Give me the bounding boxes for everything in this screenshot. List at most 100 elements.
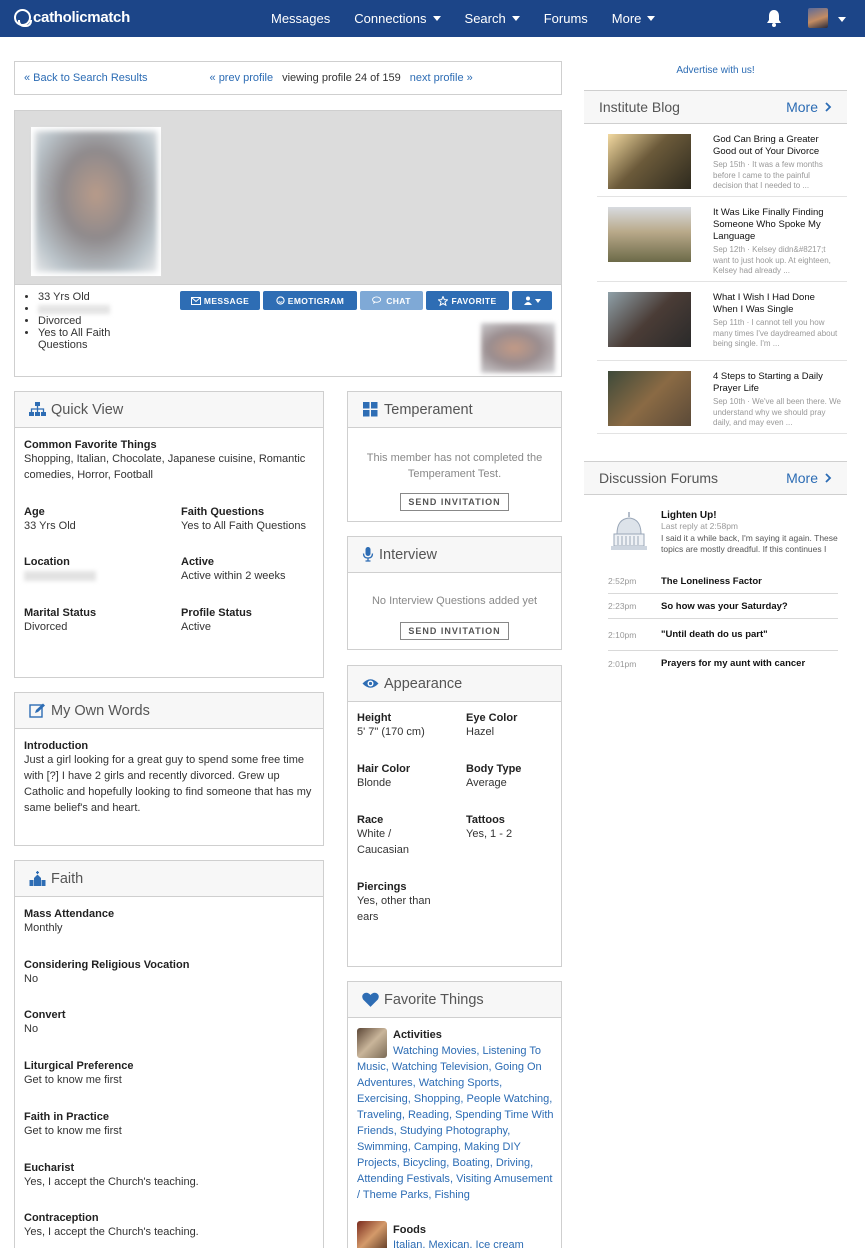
send-invitation-button[interactable]: SEND INVITATION xyxy=(400,622,509,640)
age-field: Age 33 Yrs Old xyxy=(24,506,76,534)
field-value: Yes, I accept the Church's teaching. xyxy=(24,1176,199,1188)
marital-status-field: Marital Status Divorced xyxy=(24,607,96,635)
blog-post[interactable]: It Was Like Finally Finding Someone Who … xyxy=(597,197,847,282)
profile-navigation: « Back to Search Results « prev profile … xyxy=(14,61,562,95)
activity-link[interactable]: Exercising xyxy=(357,1093,408,1105)
nav-label: Search xyxy=(464,11,506,26)
field-label: Eucharist xyxy=(24,1162,75,1174)
nav-connections[interactable]: Connections xyxy=(354,11,441,26)
field-value: Yes to All Faith Questions xyxy=(181,520,306,532)
activity-link[interactable]: Bicycling xyxy=(403,1157,446,1169)
activity-link[interactable]: Watching Movies xyxy=(393,1045,476,1057)
favorite-button[interactable]: FAVORITE xyxy=(426,291,509,310)
appearance-card: Appearance Height 5' 7" (170 cm) Eye Colo… xyxy=(347,665,562,967)
forum-topic[interactable]: 2:23pm So how was your Saturday? xyxy=(608,594,838,619)
logo[interactable]: catholicmatch xyxy=(14,9,130,27)
activity-link[interactable]: Studying Photography xyxy=(400,1125,507,1137)
forum-topic[interactable]: 2:10pm "Until death do us part" xyxy=(608,619,838,651)
summary-faith: Yes to All Faith Questions xyxy=(38,327,128,351)
appearance-item: Height 5' 7" (170 cm) xyxy=(357,712,425,740)
chat-button[interactable]: CHAT xyxy=(360,291,423,310)
topic-time: 2:01pm xyxy=(608,658,637,669)
prev-profile-link[interactable]: « prev profile xyxy=(210,72,274,84)
activity-link[interactable]: People Watching xyxy=(467,1093,550,1105)
chevron-right-icon xyxy=(825,473,832,483)
forums-more-link[interactable]: More xyxy=(786,470,832,486)
caret-down-icon xyxy=(647,16,656,21)
blog-more-link[interactable]: More xyxy=(786,99,832,115)
activity-link[interactable]: Boating xyxy=(452,1157,489,1169)
activity-link[interactable]: Driving xyxy=(496,1157,530,1169)
smiley-icon xyxy=(276,296,285,305)
activity-link[interactable]: Watching Sports xyxy=(419,1077,499,1089)
topic-title: The Loneliness Factor xyxy=(661,575,762,587)
chevron-right-icon xyxy=(825,102,832,112)
logo-text: catholicmatch xyxy=(33,9,130,26)
activity-link[interactable]: Swimming xyxy=(357,1141,408,1153)
faith-item: Mass Attendance Monthly xyxy=(24,908,114,936)
profile-actions: MESSAGE EMOTIGRAM CHAT FAVORITE xyxy=(180,291,555,310)
blog-post-thumbnail xyxy=(608,292,691,347)
activity-link[interactable]: Camping xyxy=(414,1141,458,1153)
blog-post-title: God Can Bring a Greater Good out of Your… xyxy=(713,134,820,157)
nav-forums[interactable]: Forums xyxy=(544,11,588,26)
activity-link[interactable]: Reading xyxy=(408,1109,449,1121)
profile-photo[interactable] xyxy=(30,126,162,277)
blog-post-title: What I Wish I Had Done When I Was Single xyxy=(713,292,815,315)
faith-header: Faith xyxy=(15,861,323,897)
field-value: White / Caucasian xyxy=(357,828,409,856)
activity-link[interactable]: Traveling xyxy=(357,1109,402,1121)
back-to-search-link[interactable]: « Back to Search Results xyxy=(24,72,148,84)
message-button[interactable]: MESSAGE xyxy=(180,291,260,310)
blog-post[interactable]: What I Wish I Had Done When I Was Single… xyxy=(597,282,847,361)
advertise-link[interactable]: Advertise with us! xyxy=(584,65,847,76)
activity-link[interactable]: Fishing xyxy=(434,1189,469,1201)
appearance-item: Hair Color Blonde xyxy=(357,763,410,791)
interview-card: Interview No Interview Questions added y… xyxy=(347,536,562,650)
nav-more[interactable]: More xyxy=(612,11,656,26)
church-icon xyxy=(29,871,46,886)
institute-blog-card: Institute Blog More God Can Bring a Grea… xyxy=(584,90,847,434)
forum-topic[interactable]: 2:52pm The Loneliness Factor xyxy=(608,569,838,594)
summary-marital: Divorced xyxy=(38,315,128,327)
forum-featured-post[interactable]: Lighten Up! Last reply at 2:58pm I said … xyxy=(661,510,841,555)
bell-icon[interactable] xyxy=(766,9,782,27)
introduction-section: Introduction Just a girl looking for a g… xyxy=(24,740,316,816)
viewing-count: viewing profile 24 of 159 xyxy=(282,72,401,84)
caret-down-icon[interactable] xyxy=(838,17,846,22)
blog-post-title: 4 Steps to Starting a Daily Prayer Life xyxy=(713,371,823,394)
foods-icon xyxy=(357,1221,387,1248)
field-value: Monthly xyxy=(24,922,63,934)
activity-link[interactable]: Shopping xyxy=(414,1093,461,1105)
faith-card: Faith Mass Attendance Monthly Considering… xyxy=(14,860,324,1248)
discussion-forums-card: Discussion Forums More Lighten Up! Last … xyxy=(584,461,847,691)
send-invitation-button[interactable]: SEND INVITATION xyxy=(400,493,509,511)
envelope-icon xyxy=(190,296,201,305)
more-actions-button[interactable] xyxy=(512,291,552,310)
card-title: Appearance xyxy=(384,675,463,692)
secondary-photo-thumbnail[interactable] xyxy=(481,323,555,373)
topic-title: So how was your Saturday? xyxy=(661,600,788,612)
next-profile-link[interactable]: next profile » xyxy=(410,72,473,84)
user-avatar[interactable] xyxy=(808,8,828,28)
featured-meta: Last reply at 2:58pm xyxy=(661,521,739,531)
blog-post[interactable]: 4 Steps to Starting a Daily Prayer Life S… xyxy=(597,361,847,434)
profile-photo-image xyxy=(35,131,157,272)
emotigram-button[interactable]: EMOTIGRAM xyxy=(263,291,357,310)
star-icon xyxy=(438,295,449,306)
forum-topic[interactable]: 2:01pm Prayers for my aunt with cancer xyxy=(608,651,838,676)
faith-item: Contraception Yes, I accept the Church's … xyxy=(24,1212,199,1240)
nav-messages[interactable]: Messages xyxy=(271,11,330,26)
foods-list[interactable]: Italian, Mexican, Ice cream xyxy=(393,1239,524,1248)
grid-icon xyxy=(363,402,378,417)
interview-header: Interview xyxy=(348,537,561,573)
nav-search[interactable]: Search xyxy=(465,11,520,26)
blog-post[interactable]: God Can Bring a Greater Good out of Your… xyxy=(597,124,847,197)
activity-link[interactable]: Watching Television xyxy=(392,1061,489,1073)
activity-link[interactable]: Attending Festivals xyxy=(357,1173,450,1185)
appearance-header: Appearance xyxy=(348,666,561,702)
field-label: Considering Religious Vocation xyxy=(24,959,190,971)
field-value: 5' 7" (170 cm) xyxy=(357,726,425,738)
introduction-text: Just a girl looking for a great guy to s… xyxy=(24,754,312,814)
favorite-things-card: Favorite Things Activities Watching Movi… xyxy=(347,981,562,1248)
